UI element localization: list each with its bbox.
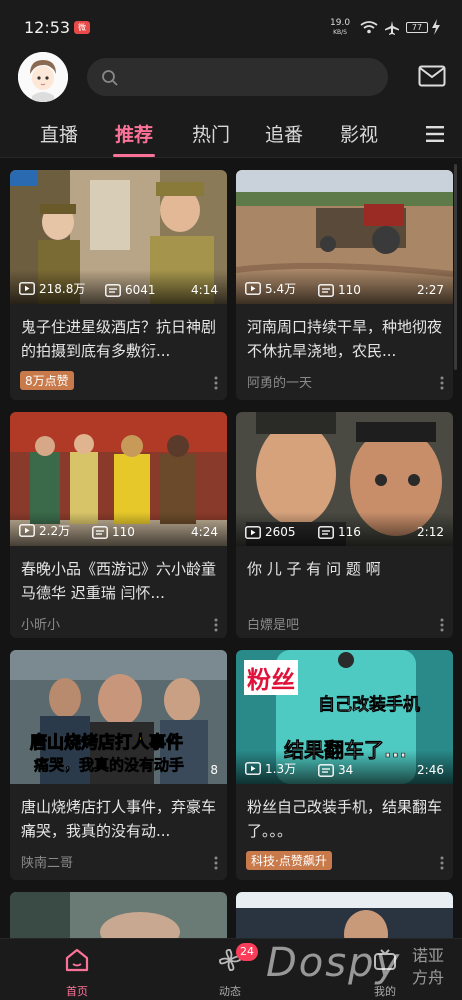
video-card[interactable]: 唐山烧烤店打人事件 痛哭，我真的没有动手 8 唐山烧烤店打人事件，弃豪车痛哭，我…	[10, 650, 227, 880]
danmaku-icon	[318, 525, 334, 539]
play-count-icon	[19, 282, 35, 295]
clock: 12:53	[24, 18, 71, 37]
play-count-icon	[19, 524, 35, 537]
video-duration: 2:12	[417, 525, 444, 539]
danmaku-icon	[318, 763, 334, 777]
notification-count-badge: 24	[236, 943, 258, 961]
view-count: 2605	[245, 525, 296, 539]
feed-scrollbar[interactable]	[454, 164, 457, 370]
more-options-icon[interactable]	[440, 376, 444, 390]
danmaku-count: 110	[318, 283, 361, 297]
network-speed: 19.0 KB/S	[330, 19, 350, 37]
video-card[interactable]	[10, 892, 227, 938]
play-count-icon	[245, 762, 261, 775]
more-options-icon[interactable]	[214, 376, 218, 390]
video-duration: 2:46	[417, 763, 444, 777]
play-count-icon	[245, 282, 261, 295]
nav-home-label: 首页	[66, 985, 88, 998]
notification-app-icon: 微	[74, 21, 90, 34]
uploader-name[interactable]: 陕南二哥	[21, 852, 73, 871]
network-speed-value: 19.0	[330, 18, 351, 28]
video-title: 你 儿 子 有 问 题 啊	[247, 560, 381, 578]
channel-tabs: 直播 推荐 热门 追番 影视	[0, 110, 462, 158]
more-options-icon[interactable]	[440, 618, 444, 632]
video-duration: 8	[210, 763, 218, 777]
battery-icon: 77	[406, 22, 428, 33]
more-options-icon[interactable]	[214, 618, 218, 632]
nav-dynamic-label: 动态	[219, 985, 241, 998]
video-card[interactable]: 粉丝 自己改装手机 结果翻车了... 1.3万 34 2:46 粉丝自己改装手机…	[236, 650, 453, 880]
tab-recommend[interactable]: 推荐	[115, 120, 153, 147]
video-thumbnail: 2.2万 110 4:24	[10, 412, 227, 546]
app-header	[0, 44, 462, 110]
tab-hot[interactable]: 热门	[192, 120, 230, 147]
video-title: 唐山烧烤店打人事件，弃豪车痛哭，我真的没有动...	[21, 798, 217, 840]
video-feed: 218.8万 6041 4:14 鬼子住进星级酒店？抗日神剧的拍摄到底有多敷衍.…	[0, 158, 462, 938]
video-duration: 2:27	[417, 283, 444, 297]
more-options-icon[interactable]	[214, 856, 218, 870]
charging-icon	[432, 19, 440, 35]
danmaku-count: 116	[318, 525, 361, 539]
avatar-cartoon-icon	[18, 52, 68, 102]
nav-home[interactable]: 首页	[47, 945, 107, 998]
menu-icon[interactable]	[425, 125, 445, 143]
video-card[interactable]: 2605 116 2:12 你 儿 子 有 问 题 啊 白嫖是吧	[236, 412, 453, 638]
video-title: 春晚小品《西游记》六小龄童 马德华 迟重瑞 闫怀...	[21, 560, 217, 602]
video-thumbnail: 5.4万 110 2:27	[236, 170, 453, 304]
view-count: 2.2万	[19, 522, 70, 539]
wifi-icon	[360, 21, 378, 34]
like-badge: 8万点赞	[20, 371, 74, 390]
home-icon	[65, 948, 89, 972]
active-tab-indicator	[113, 154, 155, 157]
thumbnail-caption-2: 自己改装手机	[318, 695, 421, 716]
video-title: 鬼子住进星级酒店？抗日神剧的拍摄到底有多敷衍...	[21, 318, 217, 360]
thumbnail-caption-2: 痛哭，我真的没有动手	[34, 756, 185, 775]
watermark-chinese: 诺亚 方舟	[412, 946, 445, 987]
video-card[interactable]	[236, 892, 453, 938]
uploader-name[interactable]: 阿勇的一天	[247, 372, 312, 391]
tab-live[interactable]: 直播	[40, 120, 78, 147]
danmaku-count: 6041	[105, 283, 156, 297]
video-duration: 4:14	[191, 283, 218, 297]
search-icon	[102, 70, 118, 86]
danmaku-count: 110	[92, 525, 135, 539]
category-badge: 科技·点赞飙升	[246, 851, 332, 870]
uploader-name[interactable]: 白嫖是吧	[247, 614, 299, 633]
video-thumbnail: 粉丝 自己改装手机 结果翻车了... 1.3万 34 2:46	[236, 650, 453, 784]
view-count: 1.3万	[245, 760, 296, 777]
airplane-mode-icon	[385, 21, 399, 35]
status-bar: 12:53 微 19.0 KB/S 77	[0, 0, 462, 44]
view-count: 218.8万	[19, 280, 85, 297]
danmaku-icon	[92, 525, 108, 539]
danmaku-count: 34	[318, 763, 353, 777]
avatar[interactable]	[18, 52, 68, 102]
network-speed-unit: KB/S	[333, 29, 347, 36]
danmaku-icon	[105, 283, 121, 297]
video-thumbnail: 2605 116 2:12	[236, 412, 453, 546]
video-thumbnail	[236, 892, 453, 938]
video-card[interactable]: 218.8万 6041 4:14 鬼子住进星级酒店？抗日神剧的拍摄到底有多敷衍.…	[10, 170, 227, 400]
danmaku-icon	[318, 283, 334, 297]
video-thumbnail: 唐山烧烤店打人事件 痛哭，我真的没有动手 8	[10, 650, 227, 784]
video-thumbnail: 218.8万 6041 4:14	[10, 170, 227, 304]
video-duration: 4:24	[191, 525, 218, 539]
video-title: 粉丝自己改装手机，结果翻车了。。。	[247, 798, 443, 840]
view-count: 5.4万	[245, 280, 296, 297]
tab-movies[interactable]: 影视	[340, 120, 378, 147]
video-thumbnail	[10, 892, 227, 938]
search-bar[interactable]	[87, 58, 388, 96]
video-card[interactable]: 5.4万 110 2:27 河南周口持续干旱，种地彻夜不休抗旱浇地，农民... …	[236, 170, 453, 400]
more-options-icon[interactable]	[440, 856, 444, 870]
video-title: 河南周口持续干旱，种地彻夜不休抗旱浇地，农民...	[247, 318, 443, 360]
thumbnail-caption-1: 粉丝	[244, 660, 298, 695]
watermark-brand: Dospy	[266, 940, 402, 986]
video-card[interactable]: 2.2万 110 4:24 春晚小品《西游记》六小龄童 马德华 迟重瑞 闫怀..…	[10, 412, 227, 638]
mail-icon[interactable]	[418, 65, 446, 87]
thumbnail-caption-1: 唐山烧烤店打人事件	[30, 733, 184, 754]
tab-anime[interactable]: 追番	[265, 120, 303, 147]
uploader-name[interactable]: 小昕小	[21, 614, 60, 633]
play-count-icon	[245, 525, 261, 539]
